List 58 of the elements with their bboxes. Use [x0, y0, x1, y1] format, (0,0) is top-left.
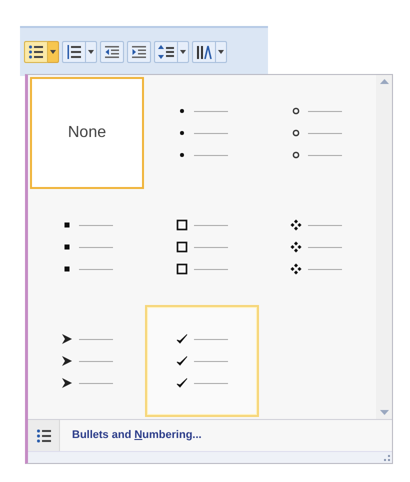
dropdown-button[interactable]: [178, 41, 189, 63]
text-line: [194, 110, 228, 112]
text-line: [308, 110, 342, 112]
text-line: [194, 132, 228, 134]
text-line: [194, 360, 228, 362]
text-line: [308, 246, 342, 248]
dropdown-button[interactable]: [216, 41, 227, 63]
caret-icon: [88, 50, 94, 54]
none-label: None: [68, 123, 106, 143]
bullet-list-icon: [36, 428, 52, 444]
text-line: [194, 246, 228, 248]
resize-grip-icon[interactable]: [384, 454, 390, 460]
arrowhead-bullet-icon: [61, 333, 73, 345]
text-direction-icon: [196, 44, 212, 60]
caret-icon: [218, 50, 224, 54]
diamond-bullet-icon: [290, 241, 302, 253]
bullet-list-icon: [28, 44, 44, 60]
check-mark-icon: [176, 377, 188, 389]
bullets-and-numbering-menu-item[interactable]: Bullets and Numbering...: [72, 427, 202, 444]
check-mark-icon: [176, 355, 188, 367]
toolbar-button[interactable]: [24, 41, 48, 63]
numbered-list-icon: [66, 44, 82, 60]
dropdown-button[interactable]: [48, 41, 59, 63]
text-line: [308, 154, 342, 156]
box-bullet-icon: [176, 241, 188, 253]
text-line: [79, 382, 113, 384]
caret-icon: [50, 50, 56, 54]
text-line: [194, 224, 228, 226]
text-line: [308, 132, 342, 134]
text-line: [194, 338, 228, 340]
text-line: [194, 382, 228, 384]
toolbar-button[interactable]: [100, 41, 124, 63]
text-line: [194, 154, 228, 156]
dropdown-button[interactable]: [86, 41, 97, 63]
text-line: [194, 268, 228, 270]
text-line: [308, 224, 342, 226]
toolbar-button[interactable]: [192, 41, 216, 63]
toolbar-button[interactable]: [127, 41, 151, 63]
text-line: [79, 246, 113, 248]
diamond-bullet-icon: [290, 219, 302, 231]
bullet-style-option[interactable]: None: [30, 77, 144, 189]
line-spacing-icon: [158, 44, 174, 60]
increase-indent-icon: [131, 44, 147, 60]
text-line: [79, 224, 113, 226]
check-mark-icon: [176, 333, 188, 345]
toolbar-button[interactable]: [62, 41, 86, 63]
text-line: [308, 268, 342, 270]
caret-icon: [180, 50, 186, 54]
text-line: [79, 338, 113, 340]
arrowhead-bullet-icon: [61, 355, 73, 367]
text-line: [79, 268, 113, 270]
text-line: [79, 360, 113, 362]
diamond-bullet-icon: [290, 263, 302, 275]
box-bullet-icon: [176, 263, 188, 275]
arrowhead-bullet-icon: [61, 377, 73, 389]
toolbar-button[interactable]: [154, 41, 178, 63]
box-bullet-icon: [176, 219, 188, 231]
decrease-indent-icon: [104, 44, 120, 60]
